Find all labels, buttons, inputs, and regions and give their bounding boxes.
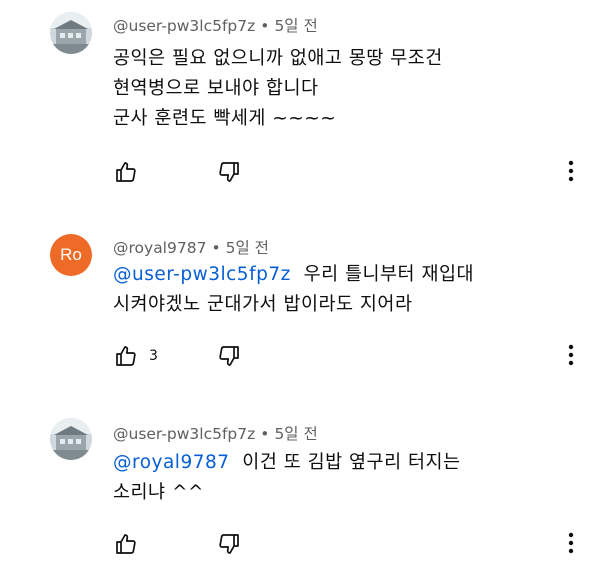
thumb-down-icon — [219, 162, 239, 182]
comment-line: @royal9787 이건 또 김밥 옆구리 터지는 — [113, 448, 461, 478]
like-count: 3 — [149, 348, 158, 364]
dislike-button[interactable] — [216, 159, 242, 185]
author-name[interactable]: @royal9787 — [113, 239, 206, 257]
separator: • — [260, 17, 270, 35]
avatar[interactable]: Ro — [50, 234, 92, 276]
timestamp[interactable]: 5일 전 — [274, 17, 317, 35]
author-name[interactable]: @user-pw3lc5fp7z — [113, 17, 255, 35]
house-photo-avatar-icon — [50, 12, 92, 54]
comment-text: @royal9787 이건 또 김밥 옆구리 터지는 소리냐 ^^ — [113, 448, 461, 508]
separator: • — [211, 239, 221, 257]
more-vert-icon — [568, 532, 574, 554]
like-button[interactable] — [113, 343, 139, 369]
comment-text: @user-pw3lc5fp7z 우리 틀니부터 재입대 시켜야겠노 군대가서 … — [113, 260, 474, 320]
separator: • — [260, 425, 270, 443]
dislike-button[interactable] — [216, 343, 242, 369]
more-actions-button[interactable] — [563, 530, 579, 556]
comment-line-text: 우리 틀니부터 재입대 — [303, 264, 475, 285]
comment-meta: @user-pw3lc5fp7z • 5일 전 — [113, 14, 318, 36]
comment-line: 군사 훈련도 빡세게 ~~~~ — [113, 108, 337, 129]
comment-line: 공익은 필요 없으니까 없애고 몽땅 무조건 — [113, 48, 443, 69]
comment-line: 소리냐 ^^ — [113, 482, 204, 503]
comment-line: @user-pw3lc5fp7z 우리 틀니부터 재입대 — [113, 260, 474, 290]
comment-actions — [113, 158, 239, 186]
comment-actions: 3 — [113, 342, 239, 370]
more-actions-button[interactable] — [563, 342, 579, 368]
author-name[interactable]: @user-pw3lc5fp7z — [113, 425, 255, 443]
avatar-initials: Ro — [60, 245, 82, 264]
timestamp[interactable]: 5일 전 — [274, 425, 317, 443]
house-photo-avatar-icon — [50, 418, 92, 460]
mention-link[interactable]: @royal9787 — [113, 452, 230, 473]
avatar[interactable] — [50, 418, 92, 460]
comment-line-text: 이건 또 김밥 옆구리 터지는 — [242, 452, 461, 473]
thumb-down-icon — [219, 346, 239, 366]
comment-line: 시켜야겠노 군대가서 밥이라도 지어라 — [113, 294, 413, 315]
thumb-down-icon — [219, 534, 239, 554]
comment-actions — [113, 530, 239, 558]
thumb-up-icon — [116, 162, 136, 182]
comment: @user-pw3lc5fp7z • 5일 전 공익은 필요 없으니까 없애고 몽땅… — [0, 0, 600, 200]
timestamp[interactable]: 5일 전 — [226, 239, 269, 257]
comment: Ro @royal9787 • 5일 전 @user-pw3lc5fp7z 우리 틀… — [0, 224, 600, 404]
mention-link[interactable]: @user-pw3lc5fp7z — [113, 264, 291, 285]
like-button[interactable] — [113, 159, 139, 185]
dislike-button[interactable] — [216, 531, 242, 557]
comment: @user-pw3lc5fp7z • 5일 전 @royal9787 이건 또 김밥… — [0, 410, 600, 588]
like-button[interactable] — [113, 531, 139, 557]
avatar[interactable] — [50, 12, 92, 54]
more-vert-icon — [568, 344, 574, 366]
thumb-up-icon — [116, 534, 136, 554]
comment-meta: @royal9787 • 5일 전 — [113, 236, 269, 258]
more-vert-icon — [568, 160, 574, 182]
more-actions-button[interactable] — [563, 158, 579, 184]
comment-text: 공익은 필요 없으니까 없애고 몽땅 무조건 현역병으로 보내야 합니다 군사 … — [113, 44, 443, 134]
thumb-up-icon — [116, 346, 136, 366]
comment-meta: @user-pw3lc5fp7z • 5일 전 — [113, 422, 318, 444]
comment-line: 현역병으로 보내야 합니다 — [113, 78, 319, 99]
